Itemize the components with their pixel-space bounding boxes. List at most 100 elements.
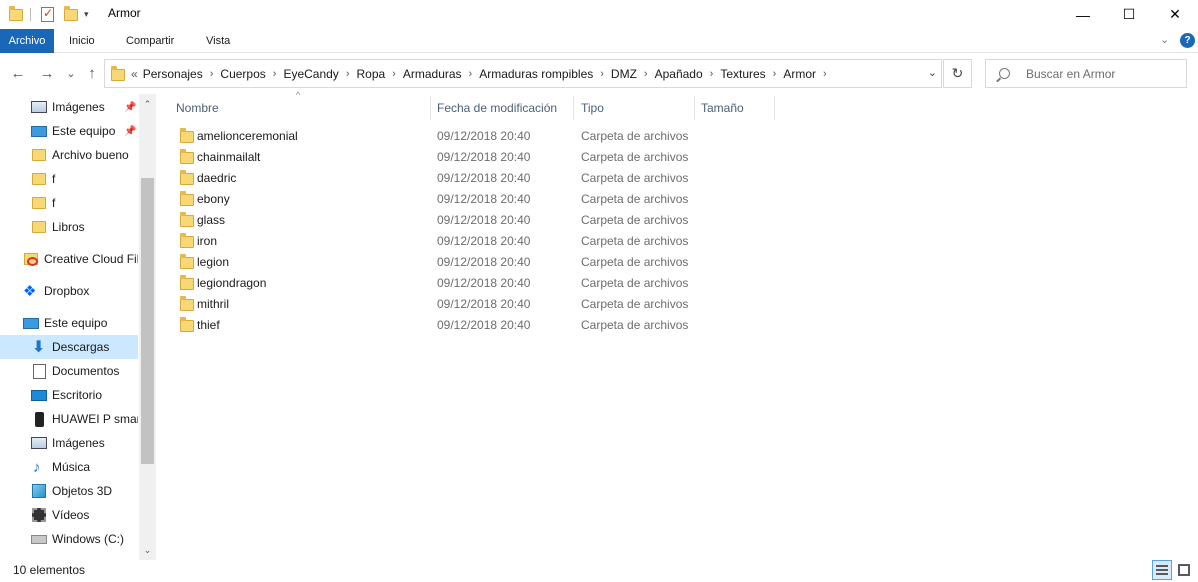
help-icon[interactable]: ? — [1180, 33, 1195, 48]
nav-item-dropbox[interactable]: ❖ Dropbox — [0, 279, 138, 303]
nav-item-label: Vídeos — [52, 508, 90, 522]
column-divider[interactable] — [774, 96, 775, 120]
nav-item-huawei[interactable]: HUAWEI P smart — [0, 407, 138, 431]
maximize-button[interactable]: ☐ — [1106, 0, 1152, 29]
breadcrumb-separator[interactable]: › — [823, 68, 827, 80]
file-row[interactable]: daedric 09/12/2018 20:40 Carpeta de arch… — [172, 168, 774, 189]
expand-ribbon-icon[interactable]: ⌄ — [1160, 33, 1169, 46]
breadcrumb-overflow[interactable]: « — [131, 67, 138, 81]
column-divider[interactable] — [573, 96, 574, 120]
nav-item-musica[interactable]: ♪ Música — [0, 455, 138, 479]
folder-icon — [180, 170, 194, 185]
tab-compartir[interactable]: Compartir — [126, 29, 174, 53]
breadcrumb-separator[interactable]: › — [346, 68, 350, 80]
nav-item-escritorio[interactable]: Escritorio — [0, 383, 138, 407]
breadcrumb-separator[interactable]: › — [273, 68, 277, 80]
details-view-button[interactable] — [1152, 560, 1172, 580]
folder-icon — [180, 128, 194, 143]
nav-item-windows-c[interactable]: Windows (C:) — [0, 527, 138, 551]
nav-item-libros[interactable]: Libros — [0, 215, 138, 239]
column-header-tipo[interactable]: Tipo — [581, 94, 604, 122]
breadcrumb-item[interactable]: Textures — [720, 67, 765, 81]
close-button[interactable]: ✕ — [1152, 0, 1198, 29]
column-header-nombre[interactable]: Nombre — [176, 94, 219, 122]
breadcrumb-separator[interactable]: › — [710, 68, 714, 80]
breadcrumb-item-current[interactable]: Armor — [783, 67, 816, 81]
address-history-dropdown-icon[interactable]: ⌄ — [928, 66, 937, 79]
nav-item-este-equipo[interactable]: Este equipo — [0, 311, 138, 335]
tab-inicio[interactable]: Inicio — [69, 29, 95, 53]
scroll-up-icon[interactable]: ⌃ — [139, 96, 156, 112]
breadcrumb-item[interactable]: Armaduras — [403, 67, 462, 81]
file-row[interactable]: amelionceremonial 09/12/2018 20:40 Carpe… — [172, 126, 774, 147]
music-icon: ♪ — [33, 458, 41, 476]
file-type: Carpeta de archivos — [581, 171, 689, 185]
search-box[interactable] — [985, 59, 1187, 88]
breadcrumb-item[interactable]: EyeCandy — [283, 67, 338, 81]
nav-item-f[interactable]: f — [0, 191, 138, 215]
file-row[interactable]: chainmailalt 09/12/2018 20:40 Carpeta de… — [172, 147, 774, 168]
file-row[interactable]: thief 09/12/2018 20:40 Carpeta de archiv… — [172, 315, 774, 336]
file-row[interactable]: glass 09/12/2018 20:40 Carpeta de archiv… — [172, 210, 774, 231]
nav-item-este-equipo-quick[interactable]: Este equipo 📌 — [0, 119, 138, 143]
breadcrumb-item[interactable]: Cuerpos — [220, 67, 265, 81]
breadcrumb-item[interactable]: Ropa — [356, 67, 385, 81]
nav-item-label: Windows (C:) — [52, 532, 125, 546]
breadcrumb-item[interactable]: Personajes — [143, 67, 203, 81]
breadcrumb-separator[interactable]: › — [600, 68, 604, 80]
large-icons-view-button[interactable] — [1174, 560, 1194, 580]
up-button[interactable]: ↑ — [83, 63, 101, 83]
column-divider[interactable] — [694, 96, 695, 120]
forward-button[interactable]: → — [37, 63, 57, 83]
nav-item-label: Libros — [52, 220, 85, 234]
breadcrumb: « Personajes › Cuerpos › EyeCandy › Ropa › A… — [131, 67, 834, 81]
address-bar[interactable]: « Personajes › Cuerpos › EyeCandy › Ropa › A… — [104, 59, 942, 88]
nav-item-label: Imágenes — [52, 436, 105, 450]
file-row[interactable]: mithril 09/12/2018 20:40 Carpeta de arch… — [172, 294, 774, 315]
nav-item-imagenes[interactable]: Imágenes — [0, 431, 138, 455]
nav-item-label: f — [52, 196, 56, 210]
nav-item-objetos-3d[interactable]: Objetos 3D — [0, 479, 138, 503]
breadcrumb-item[interactable]: Apañado — [655, 67, 703, 81]
nav-item-descargas[interactable]: ⬇ Descargas — [0, 335, 138, 359]
file-row[interactable]: ebony 09/12/2018 20:40 Carpeta de archiv… — [172, 189, 774, 210]
breadcrumb-separator[interactable]: › — [210, 68, 214, 80]
nav-item-label: Música — [52, 460, 91, 474]
breadcrumb-separator[interactable]: › — [644, 68, 648, 80]
nav-item-label: Dropbox — [44, 284, 90, 298]
file-row[interactable]: legion 09/12/2018 20:40 Carpeta de archi… — [172, 252, 774, 273]
search-input[interactable] — [1026, 66, 1176, 81]
properties-icon[interactable] — [41, 6, 54, 23]
file-type: Carpeta de archivos — [581, 276, 689, 290]
nav-item-archivo-bueno[interactable]: Archivo bueno — [0, 143, 138, 167]
column-header-tamano[interactable]: Tamaño — [701, 94, 744, 122]
breadcrumb-separator[interactable]: › — [469, 68, 473, 80]
breadcrumb-separator[interactable]: › — [392, 68, 396, 80]
pin-icon[interactable]: 📌 — [124, 102, 136, 113]
file-row[interactable]: legiondragon 09/12/2018 20:40 Carpeta de… — [172, 273, 774, 294]
minimize-button[interactable]: — — [1060, 0, 1106, 29]
refresh-button[interactable]: ↻ — [943, 59, 972, 88]
breadcrumb-item[interactable]: DMZ — [611, 67, 637, 81]
navpane-scrollbar-thumb[interactable] — [141, 178, 154, 464]
new-folder-icon[interactable] — [64, 5, 78, 23]
nav-item-f[interactable]: f — [0, 167, 138, 191]
pin-icon[interactable]: 📌 — [124, 126, 136, 137]
nav-item-creative-cloud[interactable]: Creative Cloud Fil — [0, 247, 138, 271]
column-header-fecha[interactable]: Fecha de modificación — [437, 94, 557, 122]
scroll-down-icon[interactable]: ⌄ — [139, 542, 156, 558]
breadcrumb-separator[interactable]: › — [773, 68, 777, 80]
tab-archivo[interactable]: Archivo — [0, 29, 54, 53]
folder-icon — [180, 317, 194, 332]
file-date: 09/12/2018 20:40 — [437, 297, 531, 311]
nav-item-imagenes-quick[interactable]: Imágenes 📌 — [0, 95, 138, 119]
breadcrumb-item[interactable]: Armaduras rompibles — [479, 67, 593, 81]
nav-item-videos[interactable]: Vídeos — [0, 503, 138, 527]
recent-locations-button[interactable]: ⌄ — [64, 63, 78, 83]
qat-dropdown-icon[interactable]: ▾ — [84, 6, 89, 23]
nav-item-documentos[interactable]: Documentos — [0, 359, 138, 383]
file-row[interactable]: iron 09/12/2018 20:40 Carpeta de archivo… — [172, 231, 774, 252]
back-button[interactable]: ← — [8, 63, 28, 83]
tab-vista[interactable]: Vista — [206, 29, 230, 53]
column-divider[interactable] — [430, 96, 431, 120]
